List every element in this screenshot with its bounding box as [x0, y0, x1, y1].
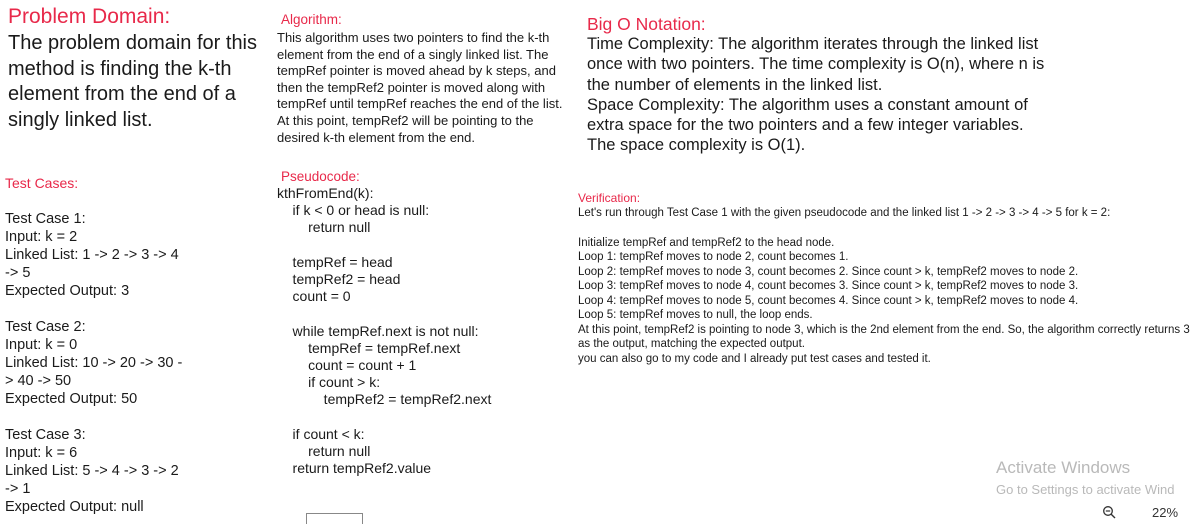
- verification-body: Let's run through Test Case 1 with the g…: [578, 206, 1200, 366]
- test-case-heading: Test Case 3:: [5, 427, 86, 443]
- zoom-control: 22%: [1092, 501, 1203, 520]
- test-case-list: Linked List: 5 -> 4 -> 3 -> 2 -> 1: [5, 463, 179, 497]
- verification-step: Loop 4: tempRef moves to node 5, count b…: [578, 294, 1079, 307]
- verification-step: you can also go to my code and I already…: [578, 352, 931, 365]
- problem-domain-body: The problem domain for this method is fi…: [8, 32, 258, 131]
- test-case-heading: Test Case 2:: [5, 319, 86, 335]
- zoom-out-icon[interactable]: [1102, 505, 1116, 519]
- test-case-expected: Expected Output: 3: [5, 283, 130, 299]
- verification-intro: Let's run through Test Case 1 with the g…: [578, 207, 1111, 219]
- pseudocode-body: kthFromEnd(k): if k < 0 or head is null:…: [277, 185, 492, 477]
- test-case-list: Linked List: 10 -> 20 -> 30 -> 40 -> 50: [5, 355, 183, 389]
- algorithm-title: Algorithm:: [281, 12, 342, 27]
- space-complexity-text: Space Complexity: The algorithm uses a c…: [587, 95, 1028, 155]
- verification-step: Loop 2: tempRef moves to node 3, count b…: [578, 265, 1079, 278]
- test-case-input: Input: k = 0: [5, 337, 78, 353]
- test-case-list: Linked List: 1 -> 2 -> 3 -> 4 -> 5: [5, 247, 179, 281]
- test-case-3: Test Case 3: Input: k = 6 Linked List: 5…: [5, 426, 185, 516]
- big-o-title: Big O Notation:: [587, 14, 706, 34]
- verification-title: Verification:: [578, 191, 641, 205]
- watermark-subtitle: Go to Settings to activate Wind: [996, 482, 1175, 497]
- problem-domain-title: Problem Domain:: [8, 5, 171, 28]
- verification-step: Loop 1: tempRef moves to node 2, count b…: [578, 251, 849, 263]
- test-case-expected: Expected Output: 50: [5, 391, 138, 407]
- test-case-2: Test Case 2: Input: k = 0 Linked List: 1…: [5, 318, 185, 408]
- watermark-title: Activate Windows: [996, 458, 1131, 477]
- big-o-body: Time Complexity: The algorithm iterates …: [587, 34, 1047, 156]
- verification-step: Loop 5: tempRef moves to null, the loop …: [578, 309, 813, 321]
- test-case-input: Input: k = 6: [5, 445, 78, 461]
- pseudocode-title: Pseudocode:: [281, 169, 360, 184]
- test-case-expected: Expected Output: null: [5, 499, 144, 515]
- verification-step: Initialize tempRef and tempRef2 to the h…: [578, 236, 835, 249]
- test-case-1: Test Case 1: Input: k = 2 Linked List: 1…: [5, 210, 185, 300]
- verification-step: Loop 3: tempRef moves to node 4, count b…: [578, 280, 1079, 292]
- time-complexity-text: Time Complexity: The algorithm iterates …: [587, 35, 1045, 94]
- test-case-input: Input: k = 2: [5, 229, 78, 245]
- test-cases-title: Test Cases:: [5, 175, 79, 191]
- verification-step: At this point, tempRef2 is pointing to n…: [578, 323, 1190, 351]
- algorithm-body: This algorithm uses two pointers to find…: [277, 30, 563, 145]
- activate-windows-watermark: Activate Windows Go to Settings to activ…: [996, 458, 1174, 497]
- test-case-heading: Test Case 1:: [5, 211, 86, 227]
- zoom-level[interactable]: 22%: [1152, 505, 1178, 520]
